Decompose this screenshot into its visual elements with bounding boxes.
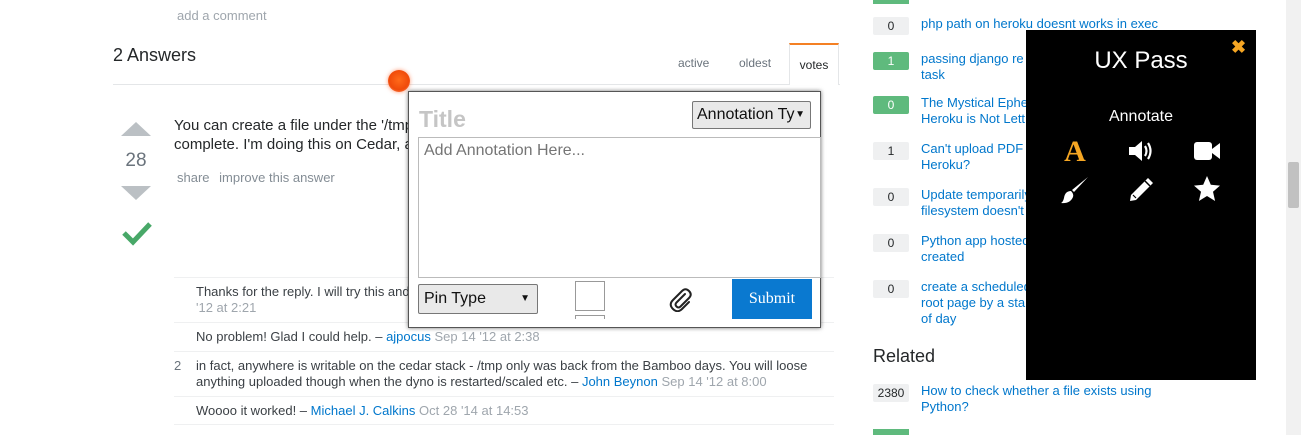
ux-pass-title: UX Pass [1094, 47, 1188, 74]
comment-text: No problem! Glad I could help. – [196, 329, 387, 344]
comment-text: Woooo it worked! – [196, 403, 311, 418]
pencil-icon[interactable] [1126, 175, 1156, 205]
comment-user-link[interactable]: John Beynon [582, 374, 658, 389]
tab-votes[interactable]: votes [789, 43, 839, 85]
video-icon[interactable] [1192, 136, 1222, 166]
upvote-arrow-icon[interactable] [121, 122, 151, 136]
related-question-link[interactable]: How to check whether a file exists using… [921, 383, 1171, 415]
comment-body: in fact, anywhere is writable on the ced… [196, 358, 832, 390]
ux-pass-panel [1026, 30, 1256, 380]
sidebar-badge-partial [873, 0, 909, 4]
comment-score: 2 [174, 358, 182, 373]
vote-count-badge: 2380 [873, 384, 909, 402]
svg-text:A: A [1064, 135, 1086, 164]
annotation-popup: Title Annotation Ty ▼ Pin Type ▼ Submit [408, 91, 821, 328]
vote-count-badge: 1 [873, 142, 909, 160]
comment-date: Sep 14 '12 at 8:00 [661, 374, 767, 389]
annotation-type-value: Annotation Ty [697, 106, 795, 123]
add-comment-link[interactable]: add a comment [177, 8, 267, 23]
vote-count-badge: 0 [873, 280, 909, 298]
annotation-type-select[interactable]: Annotation Ty ▼ [692, 101, 811, 129]
improve-answer-link[interactable]: improve this answer [219, 170, 335, 185]
downvote-arrow-icon[interactable] [121, 186, 151, 200]
annotation-title-field[interactable]: Title [419, 106, 466, 133]
related-heading: Related [873, 346, 936, 366]
vote-count: 28 [125, 150, 147, 171]
answer-line-2: complete. I'm doing this on Cedar, a [174, 136, 413, 153]
audio-icon[interactable] [1126, 136, 1156, 166]
page-scrollbar[interactable] [1286, 0, 1301, 435]
annotation-body-input[interactable] [418, 137, 821, 278]
vote-count-badge: 0 [873, 17, 909, 35]
vote-count-badge: 0 [873, 234, 909, 252]
sidebar-badge-partial [873, 429, 909, 435]
pin-type-select[interactable]: Pin Type ▼ [418, 284, 538, 314]
annotation-pin-marker[interactable] [388, 70, 410, 92]
comment-text: Thanks for the reply. I will try this an… [196, 284, 410, 299]
comment-body: No problem! Glad I could help. – ajpocus… [196, 329, 832, 345]
answer-actions: share improve this answer [177, 170, 341, 185]
comment-user-link[interactable]: Michael J. Calkins [311, 403, 416, 418]
vote-count-badge: 1 [873, 52, 909, 70]
annotate-label: Annotate [1108, 108, 1174, 125]
paperclip-icon[interactable] [668, 286, 694, 312]
tab-oldest[interactable]: oldest [739, 56, 771, 70]
comment-user-link[interactable]: ajpocus [386, 329, 431, 344]
vote-count-badge: 0 [873, 188, 909, 206]
color-picker-edge [575, 315, 605, 319]
comment-item: Woooo it worked! – Michael J. Calkins Oc… [174, 396, 834, 425]
chevron-down-icon: ▼ [795, 109, 805, 120]
answers-heading: 2 Answers [113, 45, 197, 65]
share-link[interactable]: share [177, 170, 210, 185]
comment-item: 2 in fact, anywhere is writable on the c… [174, 351, 834, 396]
comment-date: Sep 14 '12 at 2:38 [434, 329, 540, 344]
tab-active[interactable]: active [678, 56, 709, 70]
brush-icon[interactable] [1060, 175, 1090, 205]
accepted-checkmark-icon [122, 222, 152, 246]
submit-button[interactable]: Submit [732, 279, 812, 319]
comment-date: '12 at 2:21 [196, 300, 257, 315]
answer-line-1: You can create a file under the '/tmp [174, 117, 414, 134]
vote-count-badge: 0 [873, 96, 909, 114]
chevron-down-icon: ▼ [520, 293, 530, 304]
scrollbar-thumb[interactable] [1288, 162, 1299, 208]
answer-body: You can create a file under the '/tmp co… [174, 116, 414, 154]
text-tool-icon[interactable]: A [1060, 134, 1090, 164]
comment-body: Woooo it worked! – Michael J. Calkins Oc… [196, 403, 832, 419]
tabs-divider [113, 84, 840, 85]
pin-type-value: Pin Type [424, 290, 486, 307]
comment-date: Oct 28 '14 at 14:53 [419, 403, 529, 418]
color-picker-swatch[interactable] [575, 281, 605, 311]
star-icon[interactable] [1192, 174, 1222, 204]
